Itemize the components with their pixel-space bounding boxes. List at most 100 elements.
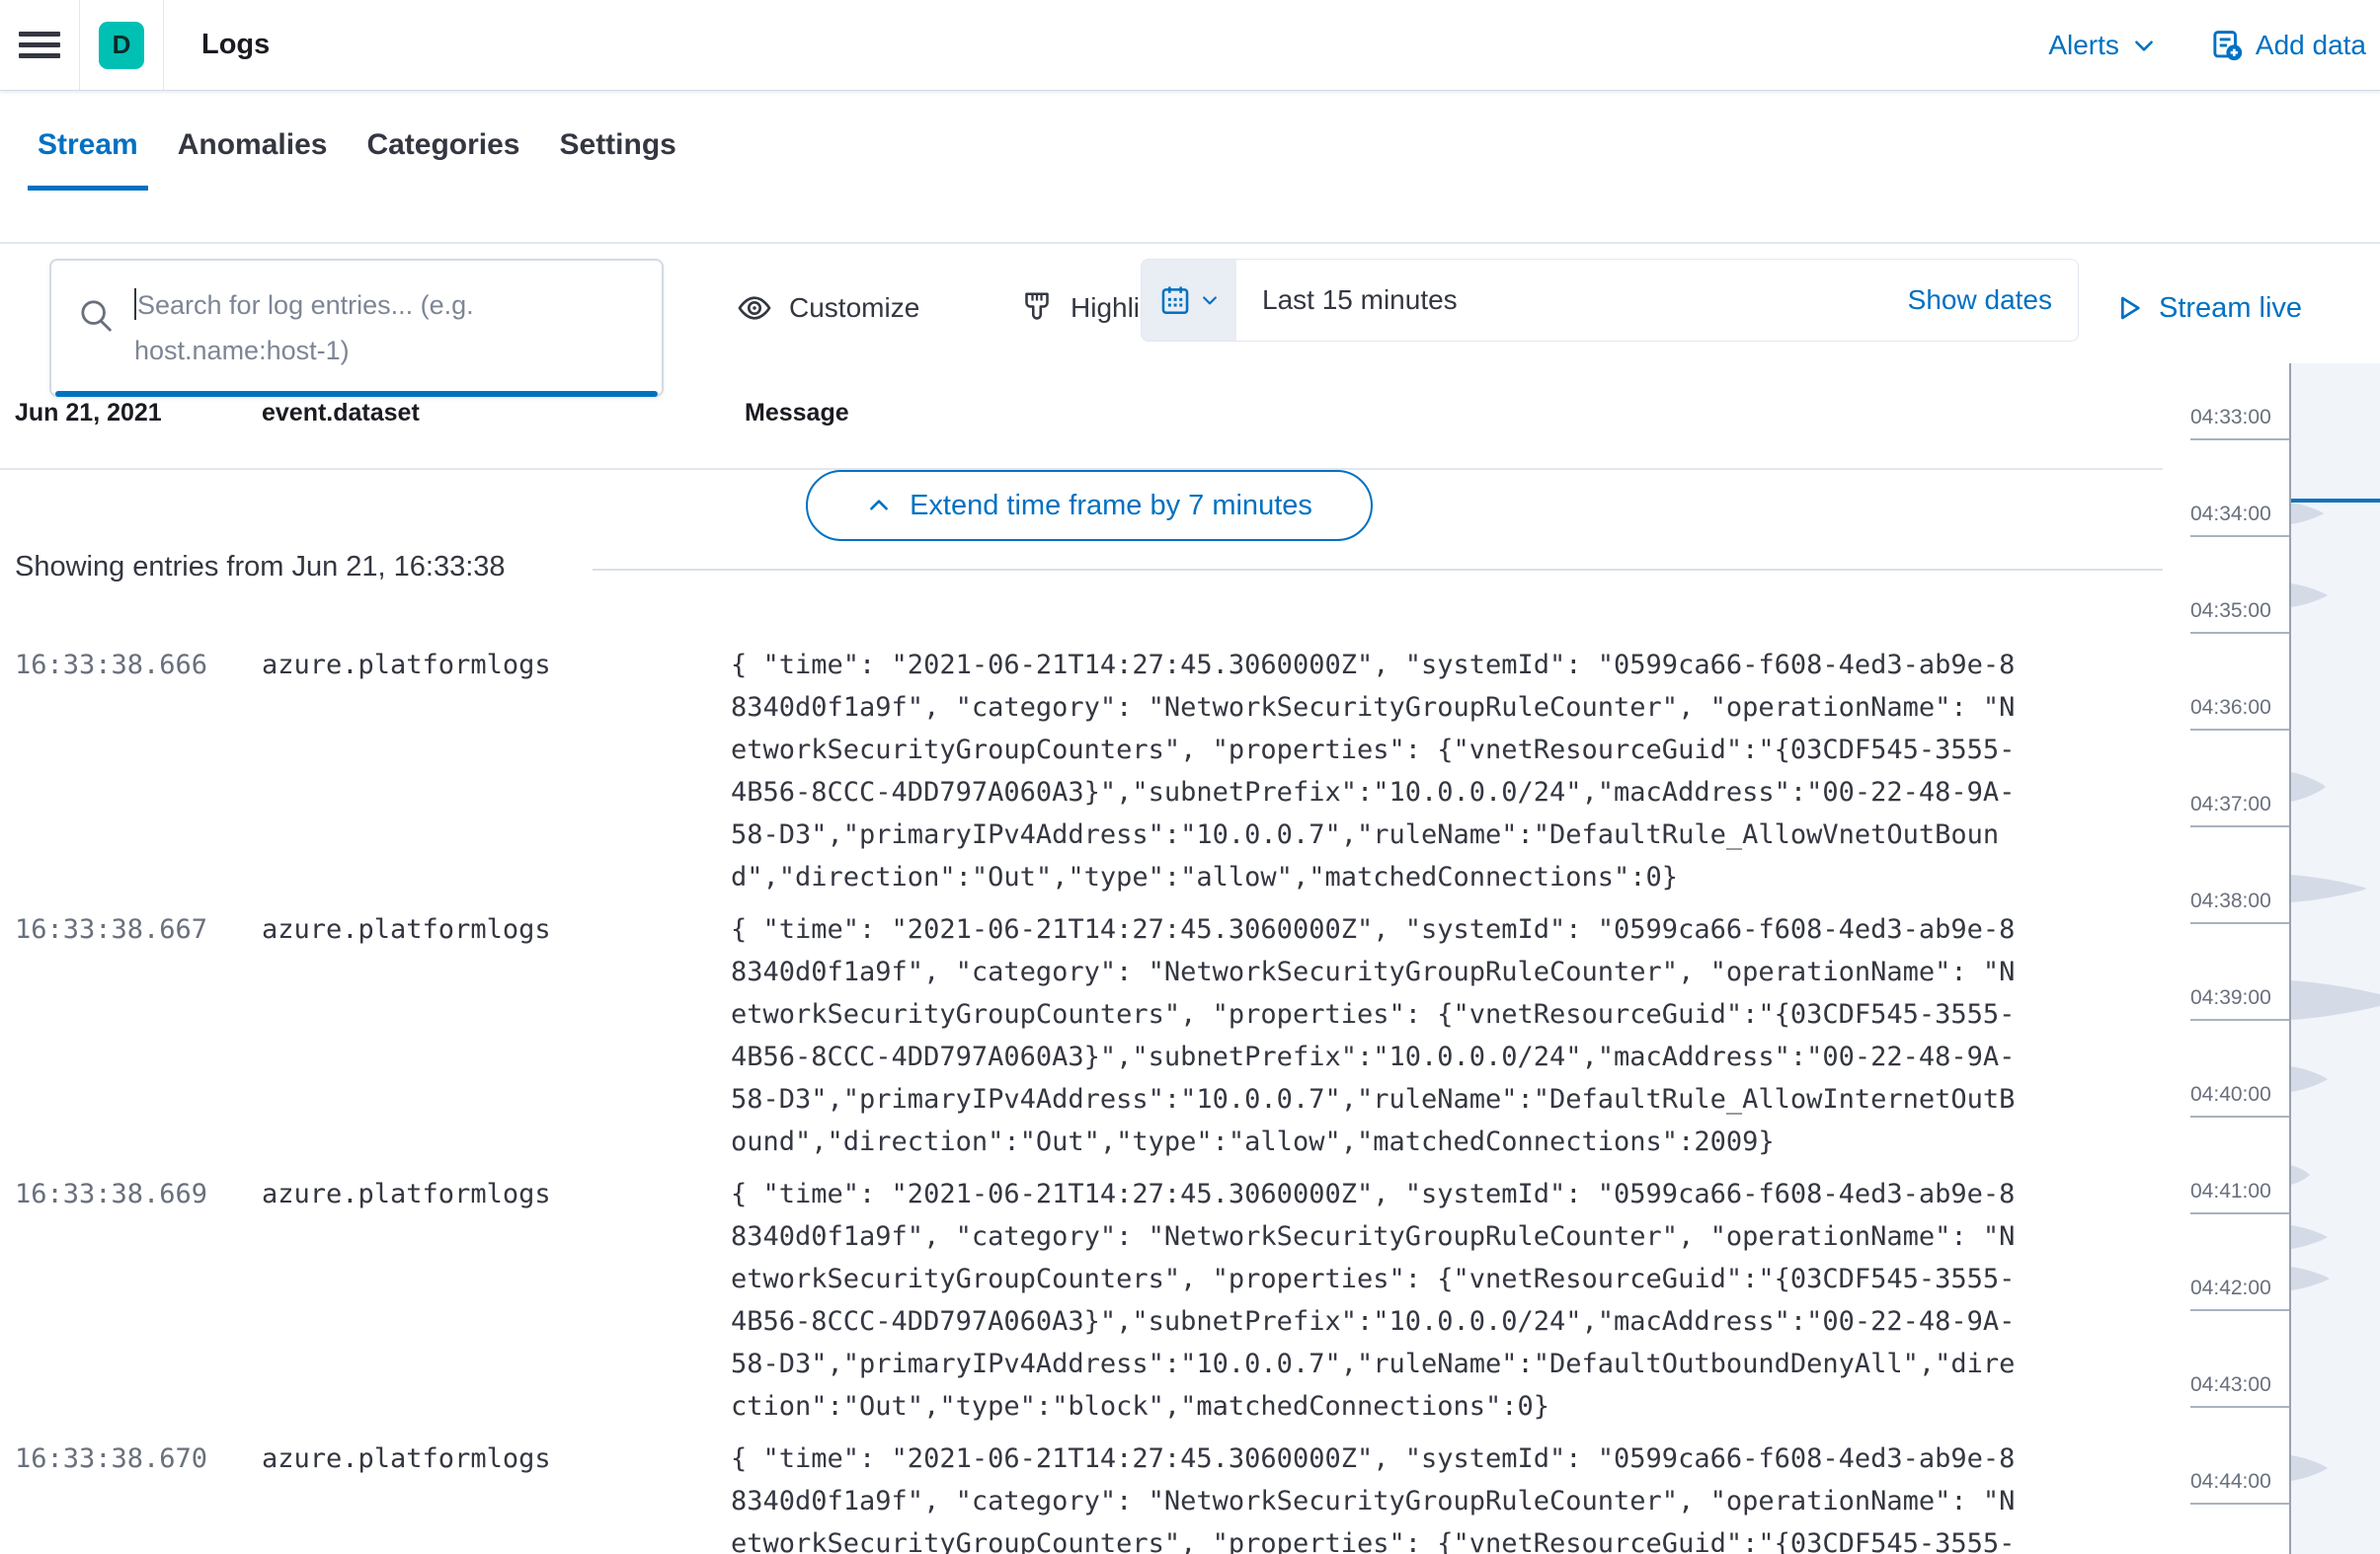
log-entry-timestamp: 16:33:38.667 bbox=[15, 908, 262, 1163]
minimap-density-blob bbox=[2290, 1165, 2310, 1185]
minimap-tick-line bbox=[2190, 1503, 2289, 1505]
minimap-tick-line bbox=[2190, 729, 2289, 731]
minimap-tick-line bbox=[2190, 1116, 2289, 1118]
column-header-message: Message bbox=[745, 399, 849, 427]
customize-label: Customize bbox=[789, 292, 919, 324]
minimap-tick-label: 04:35:00 bbox=[2190, 599, 2289, 623]
tab-settings[interactable]: Settings bbox=[550, 120, 686, 191]
minimap-density-blob bbox=[2290, 875, 2367, 902]
log-rate-minimap[interactable]: 04:33:00 04:34:00 04:35:00 04:36:00 04:37:00… bbox=[2182, 363, 2380, 1554]
showing-entries-text: Showing entries from Jun 21, 16:33:38 bbox=[15, 551, 506, 583]
log-entries-list: 16:33:38.666azure.platformlogs{ "time": … bbox=[15, 644, 2168, 1554]
minimap-tick-label: 04:42:00 bbox=[2190, 1277, 2289, 1300]
time-range-value[interactable]: Last 15 minutes bbox=[1262, 284, 1458, 316]
top-bar: D Logs Alerts Add data bbox=[0, 0, 2380, 91]
date-range-main: Last 15 minutes Show dates bbox=[1236, 260, 2078, 341]
minimap-density-blob bbox=[2290, 772, 2326, 802]
date-range-picker: Last 15 minutes Show dates bbox=[1141, 259, 2079, 342]
minimap-tick-label: 04:41:00 bbox=[2190, 1180, 2289, 1204]
log-entry-dataset: azure.platformlogs bbox=[262, 908, 731, 1163]
log-entry-message: { "time": "2021-06-21T14:27:45.3060000Z"… bbox=[731, 908, 2015, 1163]
minimap-density-chart[interactable] bbox=[2289, 363, 2380, 1554]
log-entry-row[interactable]: 16:33:38.670azure.platformlogs{ "time": … bbox=[15, 1437, 2168, 1554]
menu-button[interactable] bbox=[0, 0, 80, 90]
search-placeholder: Search for log entries... (e.g. host.nam… bbox=[134, 282, 579, 373]
extend-timeframe-label: Extend time frame by 7 minutes bbox=[910, 490, 1312, 522]
chevron-down-icon bbox=[1200, 290, 1220, 310]
page-title: Logs bbox=[201, 29, 270, 61]
search-input[interactable]: Search for log entries... (e.g. host.nam… bbox=[49, 259, 664, 397]
log-table-header: Jun 21, 2021 event.dataset Message bbox=[0, 399, 2163, 438]
minimap-density-blob bbox=[2290, 583, 2328, 607]
log-entry-timestamp: 16:33:38.666 bbox=[15, 644, 262, 898]
minimap-tick-line bbox=[2190, 922, 2289, 924]
log-entry-dataset: azure.platformlogs bbox=[262, 644, 731, 898]
add-data-icon bbox=[2210, 29, 2244, 62]
tab-anomalies[interactable]: Anomalies bbox=[168, 120, 338, 191]
text-caret bbox=[134, 288, 136, 320]
add-data-label: Add data bbox=[2256, 30, 2366, 61]
play-icon bbox=[2113, 292, 2145, 324]
stream-live-button[interactable]: Stream live bbox=[2113, 284, 2302, 332]
hamburger-icon bbox=[19, 26, 60, 64]
tab-bar: Stream Anomalies Categories Settings bbox=[0, 91, 2380, 244]
extend-timeframe-button[interactable]: Extend time frame by 7 minutes bbox=[806, 470, 1373, 541]
column-header-dataset: event.dataset bbox=[262, 399, 420, 427]
alerts-menu-button[interactable]: Alerts bbox=[2048, 30, 2157, 61]
log-entry-row[interactable]: 16:33:38.667azure.platformlogs{ "time": … bbox=[15, 908, 2168, 1163]
showing-entries-divider bbox=[593, 569, 2163, 571]
minimap-tick-line bbox=[2190, 825, 2289, 827]
log-entry-dataset: azure.platformlogs bbox=[262, 1173, 731, 1428]
log-entry-message: { "time": "2021-06-21T14:27:45.3060000Z"… bbox=[731, 1173, 2015, 1428]
brush-icon bbox=[1019, 290, 1055, 326]
minimap-tick-line bbox=[2190, 632, 2289, 634]
minimap-tick-label: 04:39:00 bbox=[2190, 986, 2289, 1010]
eye-icon bbox=[736, 289, 773, 327]
minimap-density-blob bbox=[2290, 1267, 2330, 1290]
minimap-density-blob bbox=[2290, 1455, 2328, 1481]
quick-select-button[interactable] bbox=[1142, 260, 1236, 341]
log-entry-dataset: azure.platformlogs bbox=[262, 1437, 731, 1554]
minimap-tick-line bbox=[2190, 1019, 2289, 1021]
minimap-tick-label: 04:43:00 bbox=[2190, 1373, 2289, 1397]
tab-stream[interactable]: Stream bbox=[28, 120, 148, 191]
space-badge: D bbox=[99, 22, 144, 69]
minimap-tick-line bbox=[2190, 1406, 2289, 1408]
minimap-tick-line bbox=[2190, 1212, 2289, 1214]
minimap-tick-line bbox=[2190, 535, 2289, 537]
log-entry-row[interactable]: 16:33:38.666azure.platformlogs{ "time": … bbox=[15, 644, 2168, 898]
search-focus-underline bbox=[55, 391, 658, 397]
add-data-button[interactable]: Add data bbox=[2210, 29, 2366, 62]
log-entry-message: { "time": "2021-06-21T14:27:45.3060000Z"… bbox=[731, 644, 2015, 898]
log-entry-timestamp: 16:33:38.670 bbox=[15, 1437, 262, 1554]
minimap-density-blob bbox=[2290, 1225, 2328, 1249]
calendar-icon bbox=[1158, 283, 1192, 317]
minimap-tick-label: 04:37:00 bbox=[2190, 793, 2289, 816]
log-entry-message: { "time": "2021-06-21T14:27:45.3060000Z"… bbox=[731, 1437, 2015, 1554]
minimap-tick-line bbox=[2190, 1309, 2289, 1311]
alerts-label: Alerts bbox=[2048, 30, 2119, 61]
minimap-density-blob bbox=[2290, 503, 2324, 524]
search-icon bbox=[77, 296, 117, 336]
minimap-tick-line bbox=[2190, 438, 2289, 440]
minimap-density-blob bbox=[2290, 1066, 2328, 1092]
minimap-density-blob bbox=[2290, 980, 2380, 1020]
show-dates-button[interactable]: Show dates bbox=[1908, 284, 2052, 316]
minimap-tick-label: 04:44:00 bbox=[2190, 1470, 2289, 1494]
top-bar-actions: Alerts Add data bbox=[2048, 29, 2380, 62]
log-entry-timestamp: 16:33:38.669 bbox=[15, 1173, 262, 1428]
minimap-time-axis: 04:33:00 04:34:00 04:35:00 04:36:00 04:37:00… bbox=[2182, 363, 2289, 1554]
stream-live-label: Stream live bbox=[2159, 292, 2302, 325]
minimap-tick-label: 04:36:00 bbox=[2190, 696, 2289, 720]
minimap-tick-label: 04:33:00 bbox=[2190, 406, 2289, 429]
minimap-tick-label: 04:40:00 bbox=[2190, 1083, 2289, 1107]
logs-stream-page: D Logs Alerts Add data Stream bbox=[0, 0, 2380, 1554]
chevron-down-icon bbox=[2131, 33, 2157, 58]
minimap-tick-label: 04:38:00 bbox=[2190, 890, 2289, 913]
tab-categories[interactable]: Categories bbox=[357, 120, 529, 191]
space-switcher[interactable]: D bbox=[80, 0, 164, 90]
minimap-tick-label: 04:34:00 bbox=[2190, 503, 2289, 526]
log-entry-row[interactable]: 16:33:38.669azure.platformlogs{ "time": … bbox=[15, 1173, 2168, 1428]
customize-button[interactable]: Customize bbox=[736, 284, 919, 332]
column-header-date: Jun 21, 2021 bbox=[15, 399, 162, 427]
